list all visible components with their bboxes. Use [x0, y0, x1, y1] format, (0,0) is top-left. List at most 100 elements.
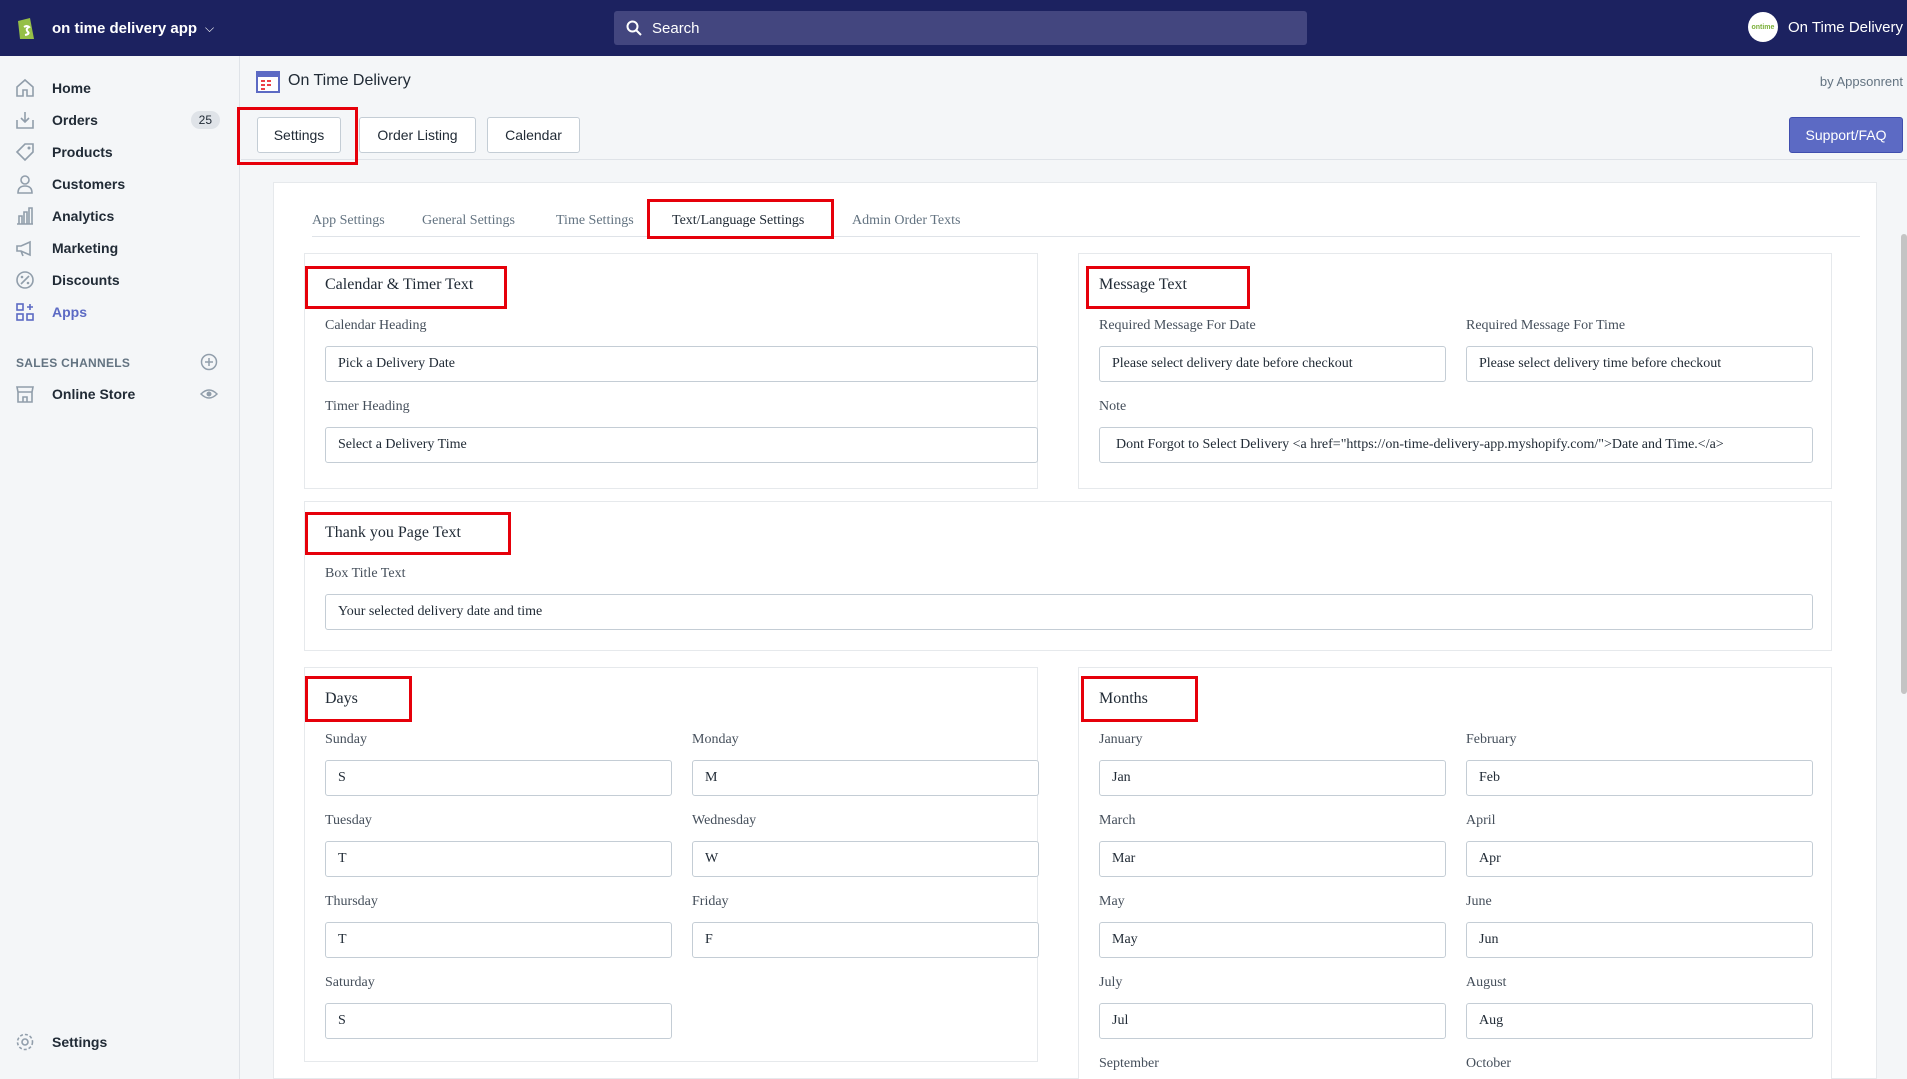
days-panel: Days Sunday S Monday M Tuesday T Wednesd…	[304, 667, 1039, 1062]
timer-heading-label: Timer Heading	[325, 399, 410, 414]
sidebar-item-marketing[interactable]: Marketing	[0, 232, 240, 264]
tab-text-language-settings[interactable]: Text/Language Settings	[672, 213, 804, 229]
march-label: March	[1099, 813, 1136, 828]
wednesday-label: Wednesday	[692, 813, 757, 828]
january-label: January	[1099, 732, 1143, 747]
tab-general-settings[interactable]: General Settings	[422, 213, 515, 229]
tuesday-label: Tuesday	[325, 813, 372, 828]
sidebar-item-label: Discounts	[52, 272, 120, 288]
months-panel: Months January Jan February Feb March Ma…	[1078, 667, 1832, 1079]
note-label: Note	[1099, 399, 1127, 414]
calendar-tab-button[interactable]: Calendar	[487, 117, 580, 153]
required-date-input[interactable]: Please select delivery date before check…	[1099, 346, 1446, 382]
sidebar-item-label: Home	[52, 80, 91, 96]
wednesday-input[interactable]: W	[692, 841, 1039, 877]
apps-icon	[14, 301, 36, 323]
panel-title: Months	[1099, 690, 1148, 707]
saturday-label: Saturday	[325, 975, 375, 990]
note-input[interactable]: Dont Forgot to Select Delivery <a href="…	[1099, 427, 1813, 463]
february-label: February	[1466, 732, 1517, 747]
sidebar-item-label: Customers	[52, 176, 126, 192]
order-listing-tab-button[interactable]: Order Listing	[359, 117, 476, 153]
search-placeholder: Search	[652, 19, 700, 37]
september-label: September	[1099, 1056, 1159, 1071]
store-name: on time delivery app	[52, 19, 198, 37]
friday-input[interactable]: F	[692, 922, 1039, 958]
sidebar-item-customers[interactable]: Customers	[0, 168, 240, 200]
tab-app-settings[interactable]: App Settings	[312, 213, 385, 229]
april-label: April	[1466, 813, 1496, 828]
search-input[interactable]: Search	[614, 11, 1307, 45]
main-content: On Time Delivery by Appsonrent Settings …	[241, 56, 1907, 1079]
thursday-label: Thursday	[325, 894, 378, 909]
box-title-label: Box Title Text	[325, 566, 406, 581]
october-label: October	[1466, 1056, 1512, 1071]
sidebar-item-apps[interactable]: Apps	[0, 296, 240, 328]
sidebar-item-products[interactable]: Products	[0, 136, 240, 168]
sales-channels-heading: SALES CHANNELS	[16, 356, 131, 370]
sidebar-item-home[interactable]: Home	[0, 72, 240, 104]
may-input[interactable]: May	[1099, 922, 1446, 958]
sunday-input[interactable]: S	[325, 760, 672, 796]
discount-icon	[14, 269, 36, 291]
calendar-timer-panel: Calendar & Timer Text Calendar Heading P…	[304, 253, 1038, 489]
july-label: July	[1099, 975, 1123, 990]
account-name: On Time Delivery	[1787, 18, 1903, 36]
timer-heading-input[interactable]: Select a Delivery Time	[325, 427, 1038, 463]
february-input[interactable]: Feb	[1466, 760, 1813, 796]
june-label: June	[1466, 894, 1492, 909]
monday-input[interactable]: M	[692, 760, 1039, 796]
sidebar-item-settings[interactable]: Settings	[0, 1026, 240, 1058]
required-date-label: Required Message For Date	[1099, 318, 1256, 333]
panel-title: Calendar & Timer Text	[325, 276, 474, 293]
friday-label: Friday	[692, 894, 729, 909]
january-input[interactable]: Jan	[1099, 760, 1446, 796]
thursday-input[interactable]: T	[325, 922, 672, 958]
sidebar-item-label: Orders	[52, 112, 98, 128]
june-input[interactable]: Jun	[1466, 922, 1813, 958]
store-switcher[interactable]: on time delivery app ⌵	[14, 14, 214, 42]
app-title: On Time Delivery	[288, 72, 411, 89]
sidebar-item-orders[interactable]: Orders 25	[0, 104, 240, 136]
calendar-heading-input[interactable]: Pick a Delivery Date	[325, 346, 1038, 382]
search-icon	[626, 20, 642, 36]
home-icon	[14, 77, 36, 99]
settings-tab-button[interactable]: Settings	[257, 117, 341, 153]
tab-admin-order-texts[interactable]: Admin Order Texts	[852, 213, 960, 229]
store-icon	[14, 383, 36, 405]
calendar-app-icon	[256, 69, 280, 93]
eye-icon[interactable]	[199, 385, 219, 403]
gear-icon	[14, 1031, 36, 1053]
calendar-heading-label: Calendar Heading	[325, 318, 427, 333]
monday-label: Monday	[692, 732, 739, 747]
required-time-input[interactable]: Please select delivery time before check…	[1466, 346, 1813, 382]
add-channel-icon[interactable]	[200, 353, 218, 371]
settings-tabs: App Settings General Settings Time Setti…	[312, 203, 1860, 237]
sidebar-item-discounts[interactable]: Discounts	[0, 264, 240, 296]
sidebar: Home Orders 25 Products Customers Analyt…	[0, 56, 240, 1079]
top-bar: on time delivery app ⌵ Search ontime On …	[0, 0, 1907, 56]
account-menu[interactable]: ontime On Time Delivery	[1747, 12, 1903, 42]
box-title-input[interactable]: Your selected delivery date and time	[325, 594, 1813, 630]
august-input[interactable]: Aug	[1466, 1003, 1813, 1039]
march-input[interactable]: Mar	[1099, 841, 1446, 877]
july-input[interactable]: Jul	[1099, 1003, 1446, 1039]
sidebar-item-label: Settings	[52, 1034, 108, 1050]
sunday-label: Sunday	[325, 732, 367, 747]
may-label: May	[1099, 894, 1125, 909]
tag-icon	[14, 141, 36, 163]
panel-title: Message Text	[1099, 276, 1187, 293]
required-time-label: Required Message For Time	[1466, 318, 1626, 333]
support-faq-button[interactable]: Support/FAQ	[1789, 117, 1903, 153]
person-icon	[14, 173, 36, 195]
sidebar-item-label: Online Store	[52, 386, 136, 402]
scrollbar[interactable]	[1901, 234, 1907, 694]
saturday-input[interactable]: S	[325, 1003, 672, 1039]
sidebar-item-label: Products	[52, 144, 113, 160]
tuesday-input[interactable]: T	[325, 841, 672, 877]
april-input[interactable]: Apr	[1466, 841, 1813, 877]
tab-time-settings[interactable]: Time Settings	[556, 213, 634, 229]
app-author: by Appsonrent	[1819, 74, 1903, 89]
sidebar-item-analytics[interactable]: Analytics	[0, 200, 240, 232]
megaphone-icon	[14, 237, 36, 259]
